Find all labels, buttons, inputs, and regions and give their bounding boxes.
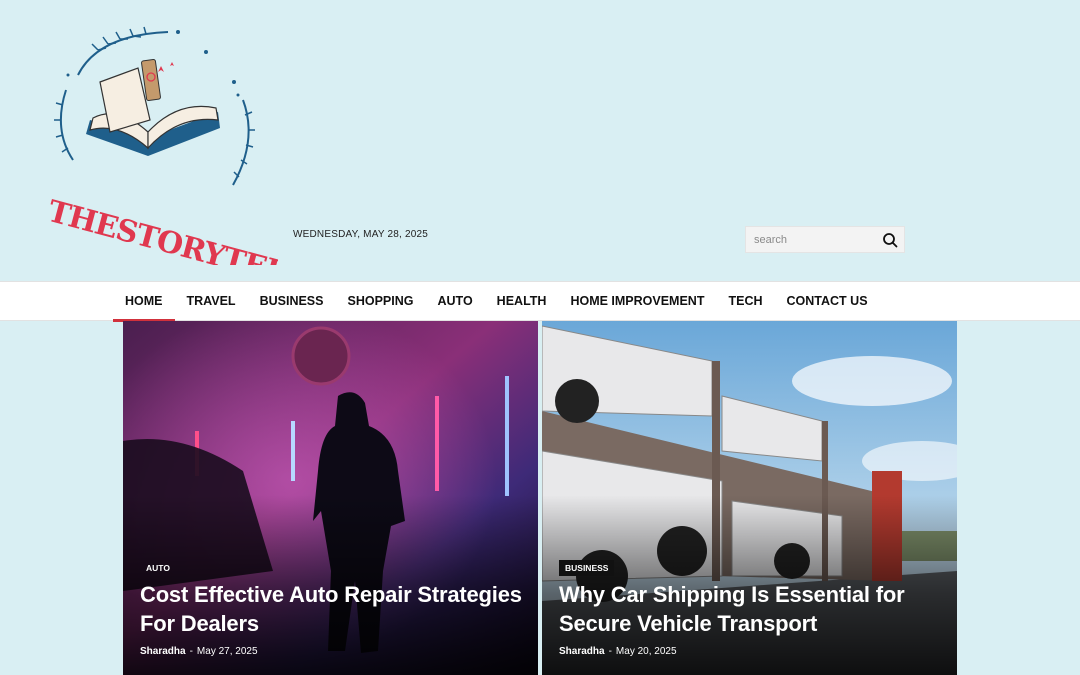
site-logo[interactable]: THESTORYTELERS xyxy=(38,20,353,308)
post-meta: Sharadha - May 27, 2025 xyxy=(140,646,258,657)
open-book-icon: THESTORYTELERS xyxy=(44,26,353,308)
post-author[interactable]: Sharadha xyxy=(559,646,605,657)
post-date: May 27, 2025 xyxy=(196,646,258,657)
nav-item-tech[interactable]: TECH xyxy=(716,282,774,320)
search-icon[interactable] xyxy=(882,232,898,248)
featured-post-card[interactable]: AUTO Cost Effective Auto Repair Strategi… xyxy=(123,321,538,675)
meta-separator: - xyxy=(189,646,193,657)
post-title[interactable]: Cost Effective Auto Repair Strategies Fo… xyxy=(140,580,530,638)
featured-post-card[interactable]: BUSINESS Why Car Shipping Is Essential f… xyxy=(542,321,957,675)
nav-item-contact-us[interactable]: CONTACT US xyxy=(775,282,880,320)
nav-item-business[interactable]: BUSINESS xyxy=(248,282,336,320)
post-meta: Sharadha - May 20, 2025 xyxy=(559,646,677,657)
nav-item-shopping[interactable]: SHOPPING xyxy=(335,282,425,320)
site-header: THESTORYTELERS WEDNESDAY, MAY 28, 2025 xyxy=(0,0,1080,308)
post-category-badge[interactable]: AUTO xyxy=(140,560,176,576)
meta-separator: - xyxy=(608,646,612,657)
post-title[interactable]: Why Car Shipping Is Essential for Secure… xyxy=(559,580,949,638)
main-navigation: HOME TRAVEL BUSINESS SHOPPING AUTO HEALT… xyxy=(0,281,1080,322)
nav-item-home-improvement[interactable]: HOME IMPROVEMENT xyxy=(558,282,716,320)
post-author[interactable]: Sharadha xyxy=(140,646,186,657)
nav-item-auto[interactable]: AUTO xyxy=(425,282,484,320)
nav-item-travel[interactable]: TRAVEL xyxy=(175,282,248,320)
nav-item-health[interactable]: HEALTH xyxy=(485,282,559,320)
search-input[interactable] xyxy=(746,227,876,252)
logo-text: THESTORYTELERS xyxy=(44,194,278,265)
search-box xyxy=(745,226,905,253)
post-date: May 20, 2025 xyxy=(615,646,677,657)
nav-item-home[interactable]: HOME xyxy=(113,282,175,322)
post-category-badge[interactable]: BUSINESS xyxy=(559,560,615,576)
featured-posts: AUTO Cost Effective Auto Repair Strategi… xyxy=(123,321,957,675)
current-date: WEDNESDAY, MAY 28, 2025 xyxy=(293,229,429,240)
